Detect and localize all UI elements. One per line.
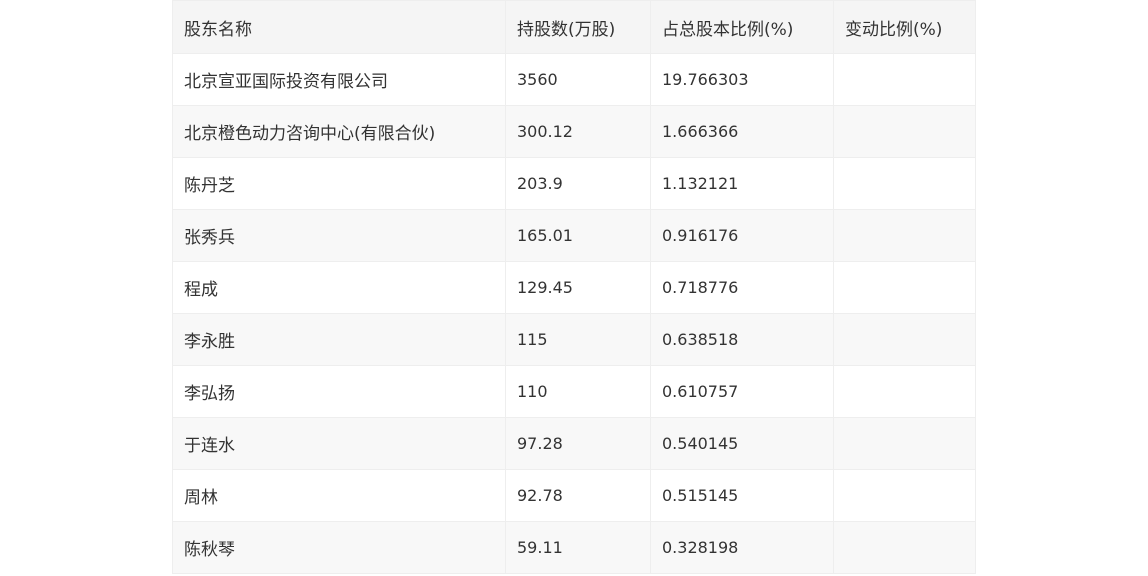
cell-shareholder-name: 陈丹芝 bbox=[172, 157, 506, 210]
header-shares-held: 持股数(万股) bbox=[505, 0, 651, 54]
shareholder-table-container: 股东名称 持股数(万股) 占总股本比例(%) 变动比例(%) 北京宣亚国际投资有… bbox=[172, 0, 976, 574]
cell-shares-held: 110 bbox=[505, 365, 651, 418]
cell-change-ratio bbox=[833, 313, 976, 366]
table-row: 于连水 97.28 0.540145 bbox=[172, 417, 976, 470]
cell-shares-held: 203.9 bbox=[505, 157, 651, 210]
cell-change-ratio bbox=[833, 521, 976, 574]
cell-shares-held: 165.01 bbox=[505, 209, 651, 262]
table-row: 张秀兵 165.01 0.916176 bbox=[172, 209, 976, 262]
table-row: 李永胜 115 0.638518 bbox=[172, 313, 976, 366]
cell-shareholder-name: 张秀兵 bbox=[172, 209, 506, 262]
header-change-ratio: 变动比例(%) bbox=[833, 0, 976, 54]
cell-share-ratio: 0.515145 bbox=[650, 469, 834, 522]
table-row: 周林 92.78 0.515145 bbox=[172, 469, 976, 522]
cell-shares-held: 129.45 bbox=[505, 261, 651, 314]
cell-change-ratio bbox=[833, 157, 976, 210]
table-row: 北京橙色动力咨询中心(有限合伙) 300.12 1.666366 bbox=[172, 105, 976, 158]
cell-share-ratio: 19.766303 bbox=[650, 53, 834, 106]
cell-change-ratio bbox=[833, 209, 976, 262]
cell-shareholder-name: 陈秋琴 bbox=[172, 521, 506, 574]
cell-change-ratio bbox=[833, 105, 976, 158]
cell-shareholder-name: 北京橙色动力咨询中心(有限合伙) bbox=[172, 105, 506, 158]
cell-share-ratio: 0.540145 bbox=[650, 417, 834, 470]
cell-shareholder-name: 北京宣亚国际投资有限公司 bbox=[172, 53, 506, 106]
cell-change-ratio bbox=[833, 53, 976, 106]
cell-change-ratio bbox=[833, 365, 976, 418]
cell-shareholder-name: 李永胜 bbox=[172, 313, 506, 366]
table-row: 北京宣亚国际投资有限公司 3560 19.766303 bbox=[172, 53, 976, 106]
cell-change-ratio bbox=[833, 417, 976, 470]
cell-share-ratio: 0.916176 bbox=[650, 209, 834, 262]
cell-shareholder-name: 于连水 bbox=[172, 417, 506, 470]
cell-shares-held: 3560 bbox=[505, 53, 651, 106]
table-header-row: 股东名称 持股数(万股) 占总股本比例(%) 变动比例(%) bbox=[172, 0, 976, 54]
header-shareholder-name: 股东名称 bbox=[172, 0, 506, 54]
shareholder-table: 股东名称 持股数(万股) 占总股本比例(%) 变动比例(%) 北京宣亚国际投资有… bbox=[172, 0, 976, 574]
cell-share-ratio: 0.638518 bbox=[650, 313, 834, 366]
cell-shareholder-name: 周林 bbox=[172, 469, 506, 522]
cell-change-ratio bbox=[833, 261, 976, 314]
table-row: 李弘扬 110 0.610757 bbox=[172, 365, 976, 418]
cell-shares-held: 97.28 bbox=[505, 417, 651, 470]
cell-shares-held: 92.78 bbox=[505, 469, 651, 522]
cell-share-ratio: 0.718776 bbox=[650, 261, 834, 314]
cell-share-ratio: 1.666366 bbox=[650, 105, 834, 158]
cell-shareholder-name: 李弘扬 bbox=[172, 365, 506, 418]
cell-change-ratio bbox=[833, 469, 976, 522]
cell-share-ratio: 0.328198 bbox=[650, 521, 834, 574]
cell-shares-held: 59.11 bbox=[505, 521, 651, 574]
table-row: 程成 129.45 0.718776 bbox=[172, 261, 976, 314]
table-row: 陈秋琴 59.11 0.328198 bbox=[172, 521, 976, 574]
cell-share-ratio: 0.610757 bbox=[650, 365, 834, 418]
header-share-ratio: 占总股本比例(%) bbox=[650, 0, 834, 54]
cell-shareholder-name: 程成 bbox=[172, 261, 506, 314]
cell-share-ratio: 1.132121 bbox=[650, 157, 834, 210]
cell-shares-held: 115 bbox=[505, 313, 651, 366]
cell-shares-held: 300.12 bbox=[505, 105, 651, 158]
table-row: 陈丹芝 203.9 1.132121 bbox=[172, 157, 976, 210]
